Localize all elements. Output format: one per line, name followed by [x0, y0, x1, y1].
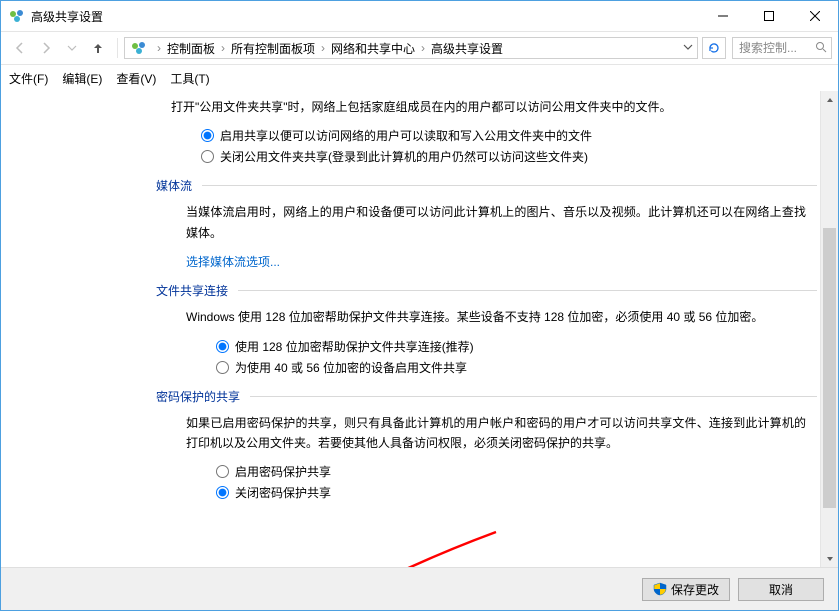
encryption-40-56-option[interactable]: 为使用 40 或 56 位加密的设备启用文件共享: [216, 359, 817, 376]
vertical-scrollbar[interactable]: [820, 91, 838, 567]
content-area: 打开"公用文件夹共享"时，网络上包括家庭组成员在内的用户都可以访问公用文件夹中的…: [1, 91, 838, 567]
maximize-button[interactable]: [746, 1, 792, 31]
chevron-right-icon[interactable]: ›: [155, 41, 163, 55]
scrollbar-thumb[interactable]: [823, 228, 836, 508]
chevron-right-icon[interactable]: ›: [319, 41, 327, 55]
minimize-button[interactable]: [700, 1, 746, 31]
cancel-button[interactable]: 取消: [738, 578, 824, 601]
section-label: 文件共享连接: [156, 282, 228, 299]
menu-file[interactable]: 文件(F): [9, 70, 48, 87]
public-folder-off-option[interactable]: 关闭公用文件夹共享(登录到此计算机的用户仍然可以访问这些文件夹): [201, 148, 817, 165]
section-label: 密码保护的共享: [156, 388, 240, 405]
search-icon[interactable]: [815, 41, 827, 56]
section-file-sharing-title: 文件共享连接: [156, 282, 817, 299]
radio-label: 启用密码保护共享: [235, 463, 331, 480]
radio-input[interactable]: [216, 465, 229, 478]
save-button-label: 保存更改: [671, 581, 719, 598]
breadcrumb-item[interactable]: 高级共享设置: [427, 40, 507, 57]
separator: [117, 38, 118, 58]
breadcrumb-item[interactable]: 网络和共享中心: [327, 40, 419, 57]
close-button[interactable]: [792, 1, 838, 31]
back-button[interactable]: [7, 36, 33, 60]
menubar: 文件(F) 编辑(E) 查看(V) 工具(T): [1, 65, 838, 91]
forward-button[interactable]: [33, 36, 59, 60]
scrollbar-track[interactable]: [821, 108, 838, 550]
encryption-128-option[interactable]: 使用 128 位加密帮助保护文件共享连接(推荐): [216, 338, 817, 355]
navbar: › 控制面板 › 所有控制面板项 › 网络和共享中心 › 高级共享设置: [1, 31, 838, 65]
scroll-up-button[interactable]: [821, 91, 838, 108]
annotation-arrow: [301, 527, 501, 567]
rule: [250, 396, 817, 397]
radio-input[interactable]: [216, 340, 229, 353]
file-sharing-desc: Windows 使用 128 位加密帮助保护文件共享连接。某些设备不支持 128…: [186, 307, 806, 327]
radio-label: 启用共享以便可以访问网络的用户可以读取和写入公用文件夹中的文件: [220, 127, 592, 144]
radio-input[interactable]: [201, 150, 214, 163]
save-button[interactable]: 保存更改: [642, 578, 730, 601]
password-radios: 启用密码保护共享 关闭密码保护共享: [216, 463, 817, 501]
public-folder-on-option[interactable]: 启用共享以便可以访问网络的用户可以读取和写入公用文件夹中的文件: [201, 127, 817, 144]
window: 高级共享设置 › 控制面板 › 所有控制面板项 › 网络和共享中心 › 高级共享…: [0, 0, 839, 611]
password-on-option[interactable]: 启用密码保护共享: [216, 463, 817, 480]
chevron-down-icon[interactable]: [683, 41, 693, 55]
public-folder-radios: 启用共享以便可以访问网络的用户可以读取和写入公用文件夹中的文件 关闭公用文件夹共…: [201, 127, 817, 165]
refresh-button[interactable]: [702, 37, 726, 59]
shield-icon: [653, 582, 667, 596]
radio-label: 为使用 40 或 56 位加密的设备启用文件共享: [235, 359, 467, 376]
rule: [202, 185, 817, 186]
encryption-radios: 使用 128 位加密帮助保护文件共享连接(推荐) 为使用 40 或 56 位加密…: [216, 338, 817, 376]
footer: 保存更改 取消: [1, 567, 838, 610]
window-controls: [700, 1, 838, 31]
scroll-down-button[interactable]: [821, 550, 838, 567]
password-off-option[interactable]: 关闭密码保护共享: [216, 484, 817, 501]
window-title: 高级共享设置: [31, 8, 103, 25]
radio-label: 使用 128 位加密帮助保护文件共享连接(推荐): [235, 338, 474, 355]
intro-text: 打开"公用文件夹共享"时，网络上包括家庭组成员在内的用户都可以访问公用文件夹中的…: [171, 97, 791, 117]
chevron-right-icon[interactable]: ›: [219, 41, 227, 55]
section-label: 媒体流: [156, 177, 192, 194]
password-desc: 如果已启用密码保护的共享，则只有具备此计算机的用户帐户和密码的用户才可以访问共享…: [186, 413, 806, 454]
radio-label: 关闭密码保护共享: [235, 484, 331, 501]
search-input[interactable]: [737, 40, 811, 56]
up-button[interactable]: [85, 36, 111, 60]
menu-tools[interactable]: 工具(T): [170, 70, 209, 87]
breadcrumb-item[interactable]: 控制面板: [163, 40, 219, 57]
menu-view[interactable]: 查看(V): [116, 70, 156, 87]
breadcrumb[interactable]: › 控制面板 › 所有控制面板项 › 网络和共享中心 › 高级共享设置: [124, 37, 698, 59]
section-media-title: 媒体流: [156, 177, 817, 194]
radio-input[interactable]: [216, 486, 229, 499]
cancel-button-label: 取消: [769, 581, 793, 598]
menu-edit[interactable]: 编辑(E): [62, 70, 102, 87]
radio-label: 关闭公用文件夹共享(登录到此计算机的用户仍然可以访问这些文件夹): [220, 148, 588, 165]
chevron-right-icon[interactable]: ›: [419, 41, 427, 55]
search-box[interactable]: [732, 37, 832, 59]
titlebar: 高级共享设置: [1, 1, 838, 31]
breadcrumb-icon: [129, 38, 149, 58]
app-icon: [9, 8, 25, 24]
media-desc: 当媒体流启用时，网络上的用户和设备便可以访问此计算机上的图片、音乐以及视频。此计…: [186, 202, 806, 243]
radio-input[interactable]: [216, 361, 229, 374]
media-options-link[interactable]: 选择媒体流选项...: [186, 253, 280, 270]
scroll-area: 打开"公用文件夹共享"时，网络上包括家庭组成员在内的用户都可以访问公用文件夹中的…: [1, 91, 821, 567]
section-password-title: 密码保护的共享: [156, 388, 817, 405]
rule: [238, 290, 817, 291]
breadcrumb-item[interactable]: 所有控制面板项: [227, 40, 319, 57]
recent-locations-button[interactable]: [59, 36, 85, 60]
radio-input[interactable]: [201, 129, 214, 142]
